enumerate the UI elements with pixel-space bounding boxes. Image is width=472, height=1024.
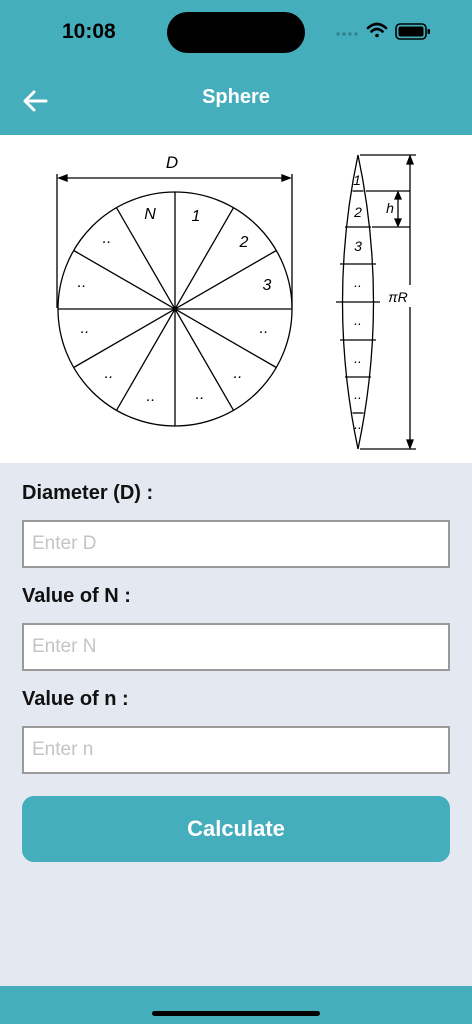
gore-label: .. bbox=[354, 416, 362, 432]
diameter-label: D bbox=[166, 153, 178, 172]
gore-label: 1 bbox=[353, 172, 361, 188]
header-bar: 10:08 Sphere bbox=[0, 0, 472, 135]
sphere-diagram: D N 1 2 3 .. .. .. .. .. .. .. .. 1 2 3 … bbox=[0, 135, 472, 463]
segment-label: .. bbox=[103, 230, 112, 247]
battery-icon bbox=[395, 23, 430, 40]
segment-label: .. bbox=[234, 365, 243, 382]
segment-label: N bbox=[144, 206, 156, 223]
status-time: 10:08 bbox=[62, 20, 116, 43]
big-n-input[interactable] bbox=[22, 623, 450, 671]
gore-label: 2 bbox=[353, 204, 362, 220]
gore-label: .. bbox=[354, 350, 362, 366]
diameter-label-text: Diameter (D) : bbox=[22, 482, 154, 504]
cellular-signal-icon bbox=[336, 32, 358, 36]
segment-label: .. bbox=[260, 320, 269, 337]
dynamic-island bbox=[167, 12, 305, 53]
height-label: h bbox=[386, 200, 394, 216]
status-icons bbox=[336, 22, 430, 40]
sphere-development-figure: D N 1 2 3 .. .. .. .. .. .. .. .. 1 2 3 … bbox=[56, 153, 416, 450]
gore-label: .. bbox=[354, 312, 362, 328]
page-title: Sphere bbox=[202, 86, 270, 108]
circle-diagram bbox=[56, 174, 293, 427]
gore-label: 3 bbox=[354, 238, 362, 254]
calculate-button[interactable]: Calculate bbox=[22, 796, 450, 862]
bottom-bar bbox=[0, 986, 472, 1024]
wifi-icon bbox=[366, 22, 388, 38]
length-label: πR bbox=[388, 289, 408, 305]
small-n-input[interactable] bbox=[22, 726, 450, 774]
segment-label: .. bbox=[147, 388, 156, 405]
segment-label: .. bbox=[105, 365, 114, 382]
segment-label: .. bbox=[81, 320, 90, 337]
home-indicator[interactable] bbox=[152, 1011, 320, 1016]
diameter-input[interactable] bbox=[22, 520, 450, 568]
big-n-label-text: Value of N : bbox=[22, 585, 131, 607]
small-n-label-text: Value of n : bbox=[22, 688, 129, 710]
segment-label: .. bbox=[196, 386, 205, 403]
gore-label: .. bbox=[354, 274, 362, 290]
segment-label: .. bbox=[78, 274, 87, 291]
gore-label: .. bbox=[354, 386, 362, 402]
segment-label: 3 bbox=[263, 277, 272, 294]
segment-label: 2 bbox=[239, 234, 249, 251]
segment-label: 1 bbox=[192, 208, 201, 225]
